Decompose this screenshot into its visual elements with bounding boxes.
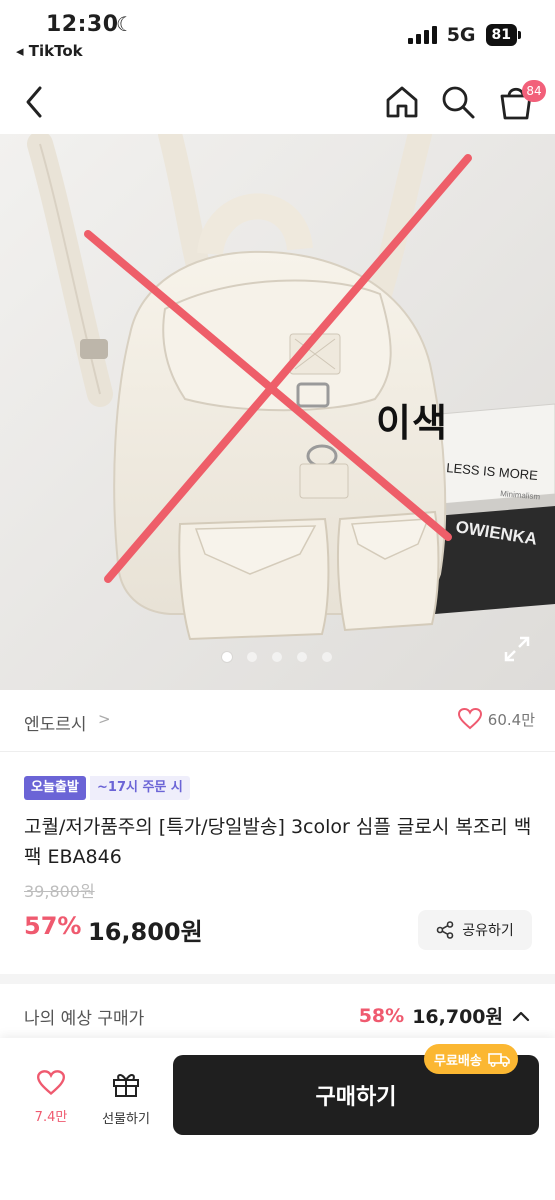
discount-rate: 57% [24, 912, 82, 940]
back-arrow-icon[interactable] [16, 82, 56, 122]
gift-label: 선물하기 [102, 1112, 150, 1127]
moon-icon: ☾ [116, 12, 134, 36]
cart-count-badge: 84 [522, 80, 546, 102]
free-shipping-label: 무료배송 [434, 1053, 482, 1069]
gift-icon [113, 1074, 139, 1097]
overlay-label: 이색 [376, 401, 448, 445]
status-time: 12:30 [46, 12, 119, 37]
battery-level: 81 [485, 24, 517, 46]
share-icon [436, 921, 454, 939]
expected-price-toggle[interactable]: 58% 16,700원 [359, 1002, 531, 1029]
product-image[interactable]: LESS IS MORE Minimalism OWIENKA 이색 [0, 134, 555, 690]
heart-icon [36, 1070, 66, 1096]
status-bar: 12:30 ☾ ◂ TikTok 5G 81 [0, 0, 555, 70]
share-button[interactable]: 공유하기 [418, 910, 532, 950]
free-shipping-badge: 무료배송 [424, 1044, 518, 1074]
image-page-indicator [222, 652, 332, 662]
back-to-app-link[interactable]: ◂ TikTok [16, 42, 83, 60]
search-icon[interactable] [438, 82, 478, 122]
page-dot [247, 652, 257, 662]
store-like[interactable]: 60.4만 [457, 708, 535, 730]
backpack-photo: LESS IS MORE Minimalism OWIENKA [0, 134, 555, 690]
network-type: 5G [446, 24, 476, 46]
page-dot [297, 652, 307, 662]
wishlist-button[interactable]: 7.4만 [28, 1070, 74, 1125]
order-deadline-badge: ~17시 주문 시 [90, 776, 190, 800]
product-title: 고퀄/저가품주의 [특가/당일발송] 3color 심플 글로시 복조리 백팩 … [24, 816, 532, 868]
original-price: 39,800원 [24, 882, 95, 901]
section-divider [0, 974, 555, 984]
store-like-count: 60.4만 [487, 710, 535, 729]
page-dot [322, 652, 332, 662]
books-decoration: LESS IS MORE Minimalism OWIENKA [435, 403, 555, 614]
expand-icon[interactable] [504, 636, 530, 662]
share-label: 공유하기 [462, 923, 514, 939]
wishlist-count: 7.4만 [34, 1110, 68, 1125]
today-ship-badge: 오늘출발 [24, 776, 86, 800]
expected-price: 16,700원 [412, 1006, 503, 1028]
top-nav-bar: 84 [0, 72, 555, 134]
bottom-action-bar: 7.4만 선물하기 구매하기 무료배송 [0, 1038, 555, 1200]
chevron-right-icon: > [98, 710, 111, 728]
expected-price-label: 나의 예상 구매가 [24, 1009, 145, 1029]
signal-icon [407, 26, 437, 44]
gift-button[interactable]: 선물하기 [94, 1070, 158, 1127]
truck-icon [488, 1053, 510, 1067]
page-dot [272, 652, 282, 662]
chevron-up-icon [512, 1011, 530, 1021]
heart-icon [457, 708, 482, 730]
expected-discount: 58% [358, 1004, 405, 1027]
home-icon[interactable] [382, 82, 422, 122]
battery-icon: 81 [485, 24, 521, 46]
store-name[interactable]: 엔도르시 [24, 710, 87, 735]
sale-price: 16,800원 [88, 918, 203, 946]
store-row[interactable]: 엔도르시 > 60.4만 [0, 690, 555, 752]
page-dot-active [222, 652, 232, 662]
